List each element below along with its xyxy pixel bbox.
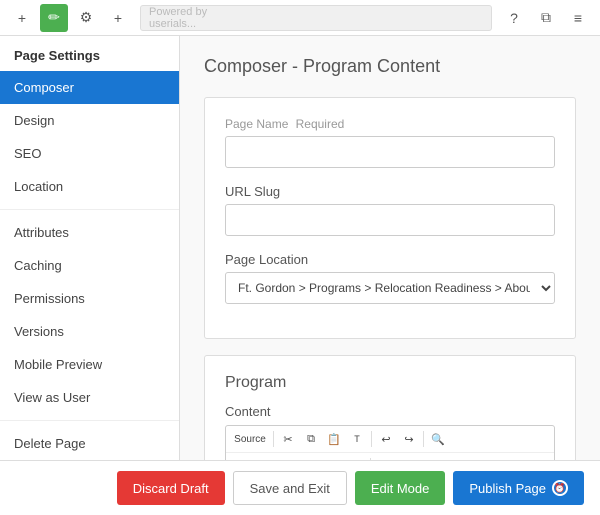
- settings-icon[interactable]: ≡: [564, 4, 592, 32]
- undo-button[interactable]: ↩: [375, 429, 397, 449]
- page-location-select[interactable]: Ft. Gordon > Programs > Relocation Readi…: [225, 272, 555, 304]
- add-icon[interactable]: +: [8, 4, 36, 32]
- pencil-icon[interactable]: ✏: [40, 4, 68, 32]
- url-slug-label: URL Slug: [225, 184, 555, 199]
- sidebar-item-seo[interactable]: SEO: [0, 137, 179, 170]
- sidebar-divider-1: [0, 209, 179, 210]
- publish-clock-icon: ⏰: [552, 480, 568, 496]
- topbar: + ✏ ⚙ + Powered by userials... ? ⧉ ≡: [0, 0, 600, 36]
- bottom-bar: Discard Draft Save and Exit Edit Mode Pu…: [0, 460, 600, 515]
- copy-icon[interactable]: ⧉: [532, 4, 560, 32]
- page-name-label: Page Name Required: [225, 116, 555, 131]
- redo-button[interactable]: ↪: [398, 429, 420, 449]
- sidebar-item-mobile-preview[interactable]: Mobile Preview: [0, 348, 179, 381]
- tab-plus-icon[interactable]: +: [104, 4, 132, 32]
- content-label: Content: [225, 404, 555, 419]
- page-settings-section: Page Name Required URL Slug Page Locatio…: [204, 97, 576, 339]
- sidebar-divider-2: [0, 420, 179, 421]
- publish-page-button[interactable]: Publish Page ⏰: [453, 471, 584, 505]
- paste-button[interactable]: 📋: [323, 429, 345, 449]
- sidebar-item-versions[interactable]: Versions: [0, 315, 179, 348]
- main-layout: Page Settings Composer Design SEO Locati…: [0, 36, 600, 460]
- discard-draft-button[interactable]: Discard Draft: [117, 471, 225, 505]
- find-button[interactable]: 🔍: [427, 429, 449, 449]
- sidebar-item-permissions[interactable]: Permissions: [0, 282, 179, 315]
- topbar-actions: ? ⧉ ≡: [500, 4, 592, 32]
- content-title: Composer - Program Content: [204, 56, 576, 77]
- gear-icon[interactable]: ⚙: [72, 4, 100, 32]
- edit-mode-button[interactable]: Edit Mode: [355, 471, 446, 505]
- powered-by-text: Powered by userials...: [149, 6, 229, 30]
- url-slug-group: URL Slug: [225, 184, 555, 236]
- page-location-group: Page Location Ft. Gordon > Programs > Re…: [225, 252, 555, 304]
- toolbar-row-2: B I U S x₂ x² Tₓ: [226, 453, 554, 460]
- search-bar: Powered by userials...: [140, 5, 492, 31]
- help-icon[interactable]: ?: [500, 4, 528, 32]
- sidebar-item-delete-page[interactable]: Delete Page: [0, 427, 179, 460]
- save-and-exit-button[interactable]: Save and Exit: [233, 471, 347, 505]
- sidebar-item-caching[interactable]: Caching: [0, 249, 179, 282]
- url-slug-input[interactable]: [225, 204, 555, 236]
- sidebar-item-location[interactable]: Location: [0, 170, 179, 203]
- page-location-label: Page Location: [225, 252, 555, 267]
- page-name-input[interactable]: [225, 136, 555, 168]
- source-button[interactable]: Source: [230, 429, 270, 449]
- tb-sep-3: [423, 431, 424, 447]
- sidebar: Page Settings Composer Design SEO Locati…: [0, 36, 180, 460]
- search-input[interactable]: [235, 11, 483, 25]
- paste-text-button[interactable]: T: [346, 429, 368, 449]
- rich-text-editor: Source ✂ ⧉ 📋 T ↩ ↪ 🔍 B: [225, 425, 555, 460]
- program-section: Program Content Source ✂ ⧉ 📋 T ↩ ↪: [204, 355, 576, 460]
- cut-button[interactable]: ✂: [277, 429, 299, 449]
- sidebar-item-view-as-user[interactable]: View as User: [0, 381, 179, 414]
- sidebar-item-design[interactable]: Design: [0, 104, 179, 137]
- tb-sep-1: [273, 431, 274, 447]
- program-section-title: Program: [225, 374, 555, 392]
- page-name-group: Page Name Required: [225, 116, 555, 168]
- toolbar-row-1: Source ✂ ⧉ 📋 T ↩ ↪ 🔍: [226, 426, 554, 453]
- sidebar-item-attributes[interactable]: Attributes: [0, 216, 179, 249]
- editor-toolbar: Source ✂ ⧉ 📋 T ↩ ↪ 🔍 B: [226, 426, 554, 460]
- sidebar-item-composer[interactable]: Composer: [0, 71, 179, 104]
- tb-sep-2: [371, 431, 372, 447]
- content-area: Composer - Program Content Page Name Req…: [180, 36, 600, 460]
- copy-button[interactable]: ⧉: [300, 429, 322, 449]
- sidebar-title: Page Settings: [0, 36, 179, 71]
